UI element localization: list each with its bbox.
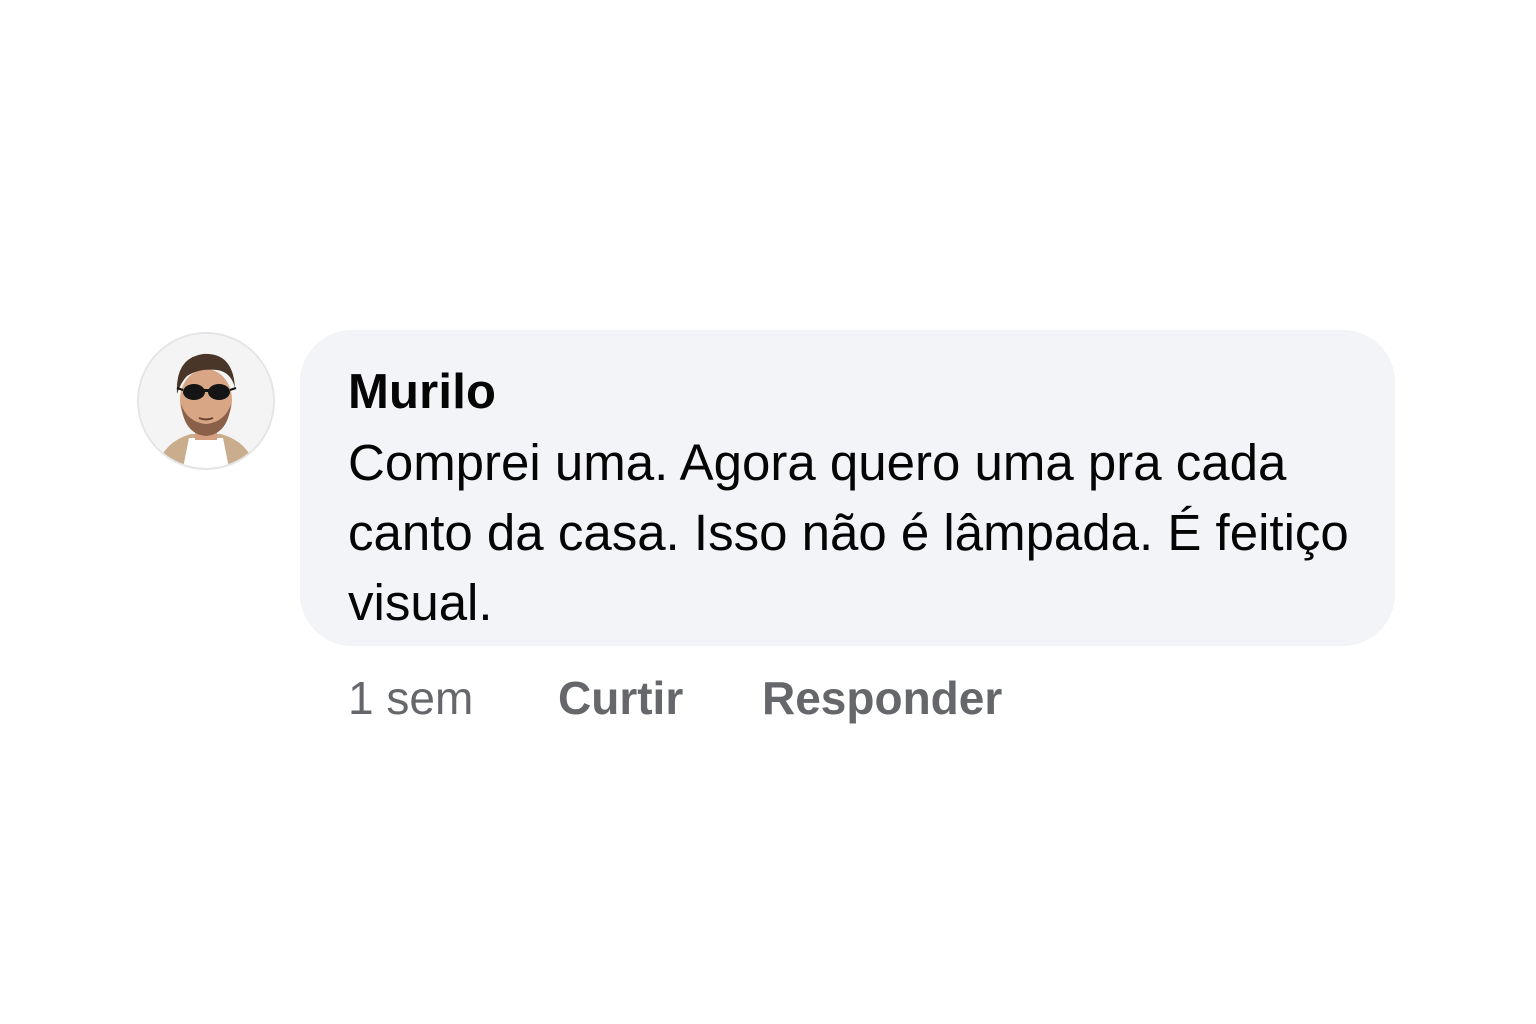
avatar[interactable] — [137, 332, 275, 470]
reply-button[interactable]: Responder — [762, 668, 1002, 728]
comment-timestamp[interactable]: 1 sem — [348, 668, 473, 728]
user-avatar-photo-icon — [139, 334, 273, 468]
comment-bubble: Murilo Comprei uma. Agora quero uma pra … — [300, 330, 1395, 646]
comment-author[interactable]: Murilo — [348, 362, 1371, 422]
comment-view: Murilo Comprei uma. Agora quero uma pra … — [0, 0, 1536, 1024]
comment-text: Comprei uma. Agora quero uma pra cada ca… — [348, 434, 1349, 631]
like-button[interactable]: Curtir — [558, 668, 683, 728]
